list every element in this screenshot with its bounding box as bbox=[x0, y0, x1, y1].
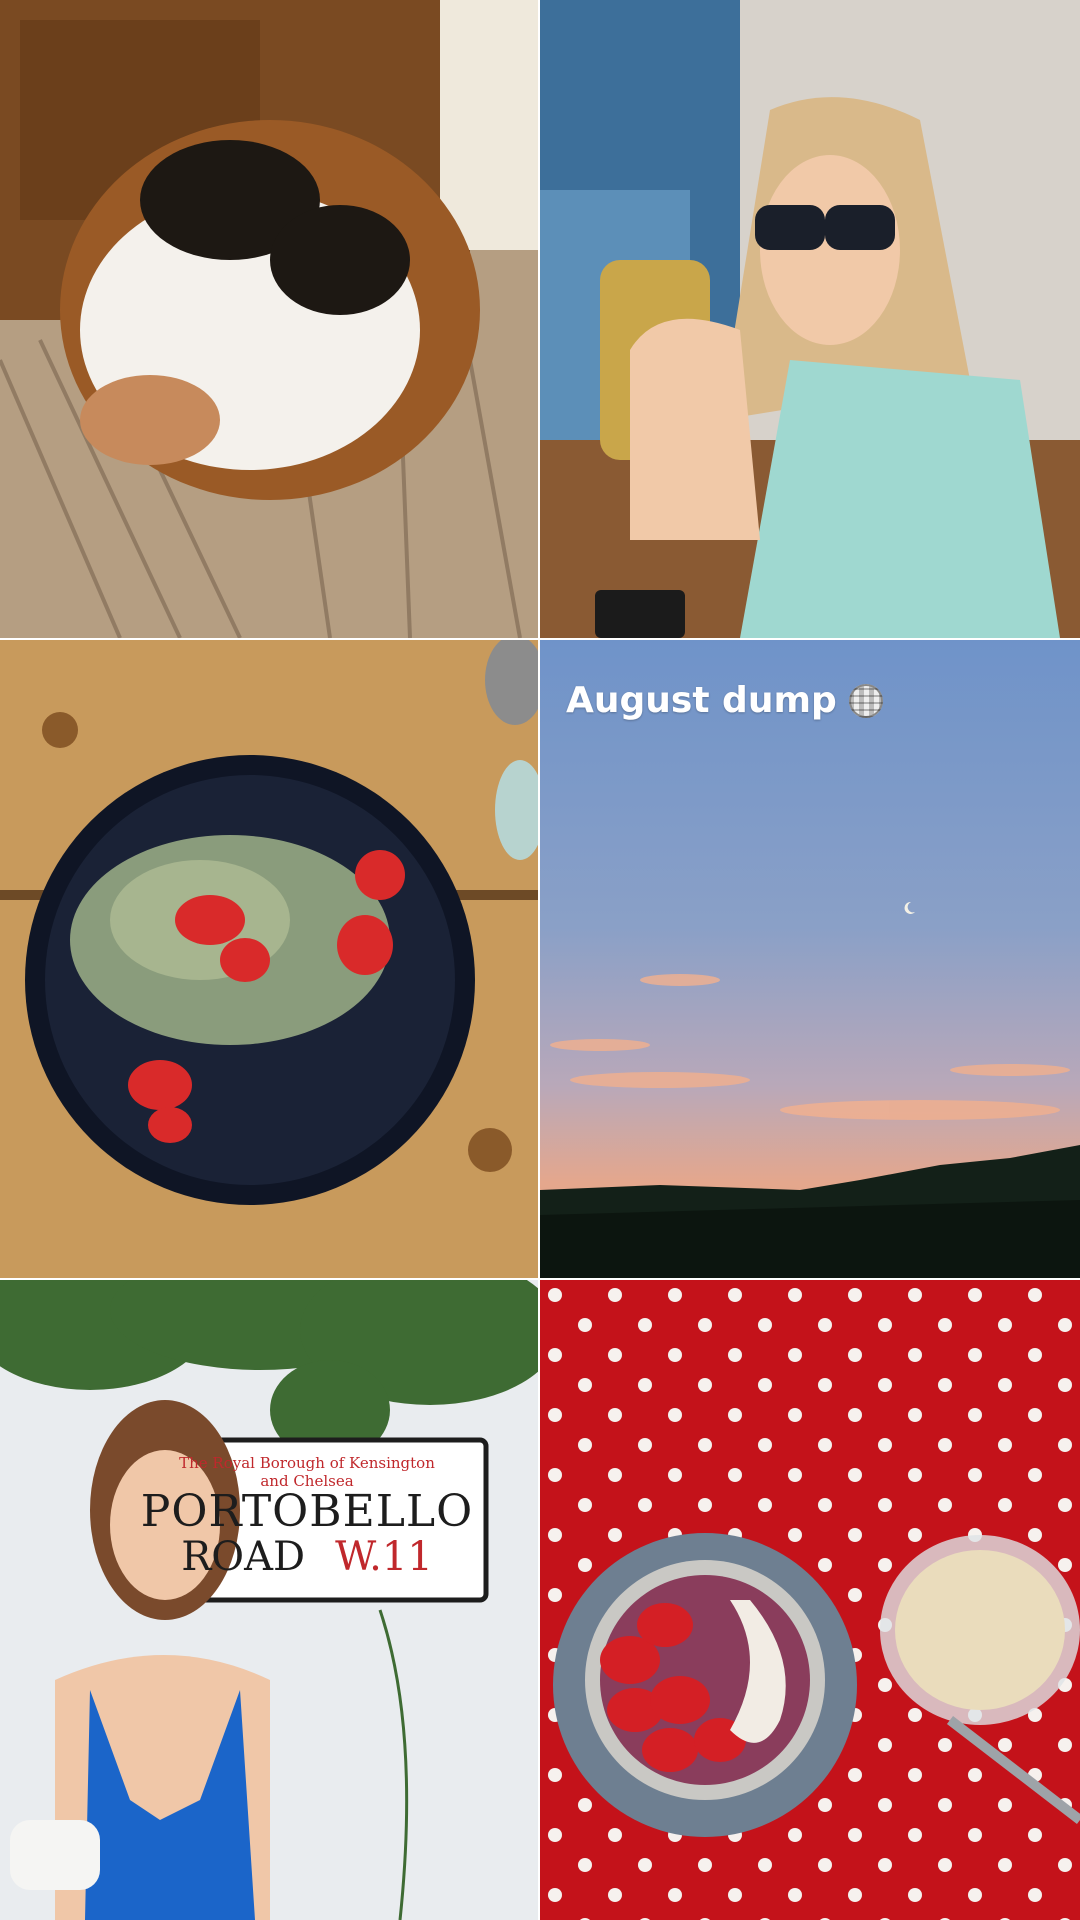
sign-borough-line1: The Royal Borough of Kensington bbox=[179, 1454, 435, 1472]
portobello-photo-image bbox=[0, 1280, 538, 1920]
photo-portobello[interactable]: The Royal Borough of Kensington and Chel… bbox=[0, 1280, 538, 1920]
photo-grid: August dump The Royal Borough of Kensing… bbox=[0, 0, 1080, 1920]
photo-pancakes[interactable] bbox=[0, 640, 538, 1278]
acai-photo-image bbox=[540, 1280, 1080, 1920]
story-title: August dump bbox=[566, 680, 883, 721]
grid-divider-vertical bbox=[538, 0, 540, 1920]
story-title-text: August dump bbox=[566, 680, 837, 721]
photo-acai-bowl[interactable] bbox=[540, 1280, 1080, 1920]
photo-sunglasses[interactable] bbox=[540, 0, 1080, 638]
photo-sunset[interactable]: August dump bbox=[540, 640, 1080, 1278]
cat-photo-image bbox=[0, 0, 538, 638]
grid-divider-horizontal-1 bbox=[0, 638, 1080, 640]
sign-road-name: PORTOBELLO bbox=[140, 1486, 474, 1537]
sunset-photo-image bbox=[540, 640, 1080, 1278]
sign-postcode: W.11 bbox=[335, 1534, 433, 1580]
photo-cat[interactable] bbox=[0, 0, 538, 638]
sunglasses-photo-image bbox=[540, 0, 1080, 638]
mirror-ball-icon bbox=[848, 683, 883, 718]
grid-divider-horizontal-2 bbox=[0, 1278, 1080, 1280]
pancakes-photo-image bbox=[0, 640, 538, 1278]
street-sign: The Royal Borough of Kensington and Chel… bbox=[132, 1444, 482, 1596]
sign-road-type: ROAD bbox=[181, 1534, 306, 1580]
